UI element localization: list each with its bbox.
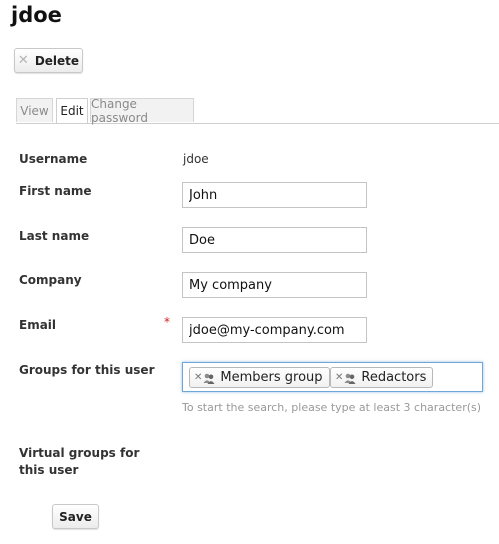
- company-label: Company: [19, 273, 82, 287]
- tab-edit[interactable]: Edit: [56, 98, 88, 123]
- first-name-field[interactable]: [182, 182, 367, 208]
- group-chip-label: Members group: [220, 370, 323, 385]
- tab-view[interactable]: View: [16, 98, 53, 122]
- remove-icon[interactable]: ✕: [335, 372, 343, 383]
- groups-label: Groups for this user: [19, 363, 155, 377]
- virtual-groups-label: Virtual groups for this user: [19, 446, 140, 477]
- group-chip-redactors: ✕ Redactors: [330, 367, 434, 388]
- delete-button-label: Delete: [34, 53, 80, 68]
- group-chip-label: Redactors: [361, 370, 427, 385]
- page-title: jdoe: [11, 3, 62, 27]
- company-field[interactable]: [182, 272, 367, 298]
- first-name-label: First name: [19, 184, 92, 198]
- remove-icon[interactable]: ✕: [194, 372, 202, 383]
- last-name-label: Last name: [19, 229, 90, 243]
- required-marker: *: [164, 315, 170, 329]
- tab-change-password[interactable]: Change password: [90, 97, 194, 125]
- group-icon: [203, 373, 215, 384]
- save-button[interactable]: Save: [52, 504, 99, 529]
- delete-button[interactable]: ✕ Delete: [14, 48, 83, 73]
- group-icon: [344, 373, 356, 384]
- email-field[interactable]: [182, 317, 367, 343]
- username-value: jdoe: [183, 152, 209, 166]
- username-label: Username: [19, 152, 88, 166]
- search-hint: To start the search, please type at leas…: [182, 401, 482, 414]
- tab-bar: View Edit Change password: [16, 97, 499, 125]
- email-label: Email: [19, 318, 57, 332]
- group-chip-members: ✕ Members group: [189, 367, 330, 388]
- last-name-field[interactable]: [182, 227, 367, 253]
- groups-input[interactable]: ✕ Members group ✕ Redactors: [182, 362, 483, 392]
- close-icon: ✕: [17, 53, 29, 68]
